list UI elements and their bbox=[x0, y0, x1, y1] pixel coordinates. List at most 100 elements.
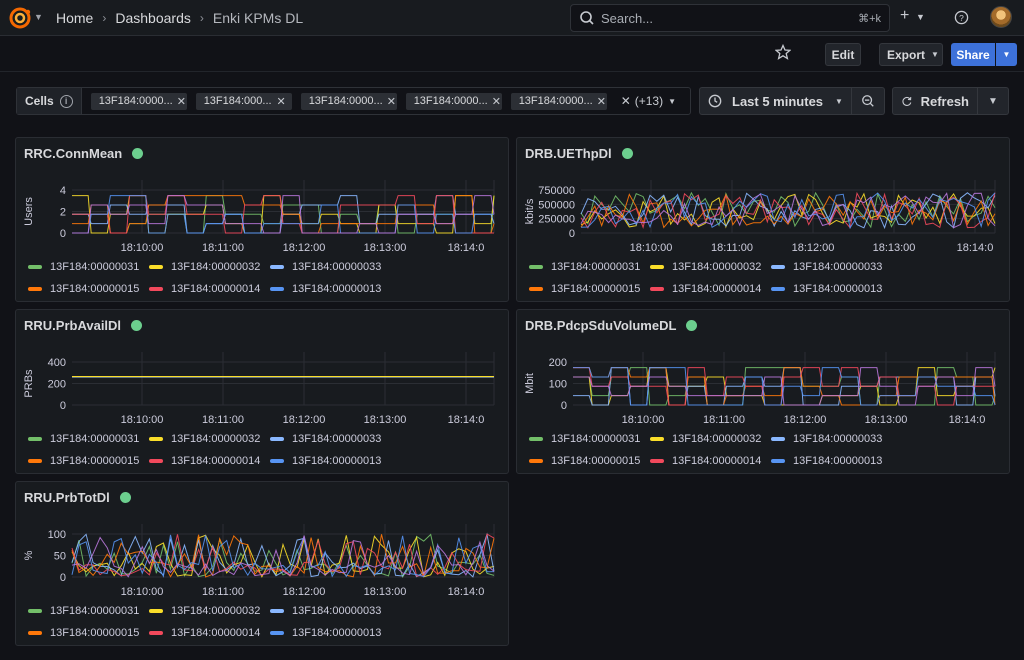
svg-text:?: ? bbox=[959, 13, 964, 23]
legend-item[interactable]: 13F184:00000031 bbox=[529, 433, 650, 445]
cells-variable-picker[interactable]: Cells i 13F184:0000... ✕ 13F184:000... ✕ 1… bbox=[16, 87, 691, 115]
legend-item[interactable]: 13F184:00000013 bbox=[771, 455, 892, 467]
close-icon[interactable]: ✕ bbox=[276, 95, 285, 108]
legend-label: 13F184:00000015 bbox=[551, 455, 641, 467]
close-icon[interactable]: ✕ bbox=[597, 95, 606, 108]
legend-item[interactable]: 13F184:00000032 bbox=[650, 433, 771, 445]
legend-item[interactable]: 13F184:00000033 bbox=[771, 261, 892, 273]
breadcrumb-home[interactable]: Home bbox=[56, 10, 93, 26]
legend-item[interactable]: 13F184:00000014 bbox=[149, 283, 270, 295]
legend-label: 13F184:00000032 bbox=[171, 433, 261, 445]
panel-rru-prbavaildl[interactable]: RRU.PrbAvailDl PRBs 400 200 0 18:10:00 18:11:… bbox=[15, 309, 509, 474]
zoom-out-button[interactable] bbox=[852, 87, 885, 115]
legend-item[interactable]: 13F184:00000015 bbox=[28, 455, 149, 467]
y-axis-label: PRBs bbox=[23, 369, 35, 398]
share-button[interactable]: Share bbox=[951, 43, 995, 66]
x-tick-label: 18:10:00 bbox=[630, 242, 673, 254]
cell-chip[interactable]: 13F184:0000... ✕ bbox=[90, 92, 187, 110]
legend-item[interactable]: 13F184:00000032 bbox=[149, 433, 270, 445]
panel-drb-uethpdl[interactable]: DRB.UEThpDl kbit/s 750000 500000 250000 0 18:… bbox=[516, 137, 1010, 302]
legend-swatch bbox=[149, 287, 163, 291]
time-range-picker[interactable]: Last 5 minutes ▼ bbox=[699, 87, 852, 115]
clear-all-icon[interactable]: ✕ bbox=[621, 94, 631, 108]
legend-item[interactable]: 13F184:00000033 bbox=[270, 433, 391, 445]
legend-item[interactable]: 13F184:00000033 bbox=[771, 433, 892, 445]
chevron-down-icon[interactable]: ▼ bbox=[668, 97, 676, 106]
legend-label: 13F184:00000032 bbox=[672, 261, 762, 273]
grafana-logo-icon[interactable] bbox=[8, 6, 32, 30]
legend-label: 13F184:00000013 bbox=[292, 627, 382, 639]
chevron-down-icon[interactable]: ▼ bbox=[34, 12, 43, 22]
legend-item[interactable]: 13F184:00000015 bbox=[529, 283, 650, 295]
legend-item[interactable]: 13F184:00000014 bbox=[149, 627, 270, 639]
search-input[interactable]: Search... ⌘+k bbox=[570, 4, 890, 32]
x-tick-label: 18:11:00 bbox=[703, 414, 745, 426]
cell-chip[interactable]: 13F184:0000... ✕ bbox=[405, 92, 502, 110]
legend-item[interactable]: 13F184:00000031 bbox=[28, 605, 149, 617]
star-icon[interactable] bbox=[775, 44, 791, 60]
legend-item[interactable]: 13F184:00000031 bbox=[529, 261, 650, 273]
panel-rru-prbtotdl[interactable]: RRU.PrbTotDl % 100 50 0 18:10:00 18:11:00 18:1… bbox=[15, 481, 509, 646]
legend-item[interactable]: 13F184:00000013 bbox=[270, 627, 391, 639]
close-icon[interactable]: ✕ bbox=[387, 95, 396, 108]
chevron-down-icon[interactable]: ▼ bbox=[916, 12, 925, 22]
legend-item[interactable]: 13F184:00000015 bbox=[529, 455, 650, 467]
legend-item[interactable]: 13F184:00000014 bbox=[650, 455, 771, 467]
y-tick-label: 750000 bbox=[538, 185, 575, 197]
legend-item[interactable]: 13F184:00000032 bbox=[650, 261, 771, 273]
legend-swatch bbox=[149, 459, 163, 463]
legend-item[interactable]: 13F184:00000033 bbox=[270, 261, 391, 273]
legend-item[interactable]: 13F184:00000014 bbox=[650, 283, 771, 295]
y-tick-label: 2 bbox=[60, 207, 66, 219]
panel-rrc-connmean[interactable]: RRC.ConnMean Users 4 2 0 18:10:00 18:11:00 18:… bbox=[15, 137, 509, 302]
search-shortcut: ⌘+k bbox=[858, 12, 881, 25]
series-group bbox=[573, 367, 996, 406]
chevron-down-icon: ▼ bbox=[931, 50, 939, 59]
export-button[interactable]: Export ▼ bbox=[879, 43, 943, 66]
y-tick-label: 100 bbox=[48, 529, 66, 541]
cell-chip[interactable]: 13F184:000... ✕ bbox=[195, 92, 292, 110]
legend-item[interactable]: 13F184:00000013 bbox=[270, 455, 391, 467]
legend-item[interactable]: 13F184:00000033 bbox=[270, 605, 391, 617]
legend-item[interactable]: 13F184:00000032 bbox=[149, 605, 270, 617]
refresh-button[interactable]: Refresh bbox=[892, 87, 978, 115]
legend-item[interactable]: 13F184:00000013 bbox=[771, 283, 892, 295]
legend-label: 13F184:00000014 bbox=[672, 455, 762, 467]
legend-label: 13F184:00000014 bbox=[672, 283, 762, 295]
legend-item[interactable]: 13F184:00000014 bbox=[149, 455, 270, 467]
x-tick-label: 18:10:00 bbox=[622, 414, 665, 426]
info-icon[interactable]: i bbox=[59, 94, 73, 108]
breadcrumb-dashboards[interactable]: Dashboards bbox=[115, 10, 191, 26]
legend-item[interactable]: 13F184:00000031 bbox=[28, 261, 149, 273]
help-icon[interactable]: ? bbox=[954, 10, 969, 25]
plus-icon[interactable]: + bbox=[900, 7, 909, 25]
x-tick-label: 18:13:00 bbox=[364, 242, 407, 254]
avatar[interactable] bbox=[990, 6, 1012, 28]
legend-label: 13F184:00000014 bbox=[171, 283, 261, 295]
legend-item[interactable]: 13F184:00000015 bbox=[28, 283, 149, 295]
legend-row: 13F184:00000031 13F184:00000032 13F184:000… bbox=[529, 256, 892, 278]
x-tick-label: 18:12:00 bbox=[792, 242, 835, 254]
legend-swatch bbox=[771, 265, 785, 269]
close-icon[interactable]: ✕ bbox=[177, 95, 186, 108]
x-tick-label: 18:14:0 bbox=[448, 586, 485, 598]
legend-swatch bbox=[529, 459, 543, 463]
legend-swatch bbox=[529, 287, 543, 291]
x-tick-label: 18:10:00 bbox=[121, 414, 164, 426]
panel-drb-pdcpsduvolumedl[interactable]: DRB.PdcpSduVolumeDL Mbit 200 100 0 18:10:00 1… bbox=[516, 309, 1010, 474]
refresh-interval-dropdown[interactable]: ▼ bbox=[978, 87, 1009, 115]
x-tick-label: 18:12:00 bbox=[283, 242, 326, 254]
close-icon[interactable]: ✕ bbox=[492, 95, 501, 108]
legend-swatch bbox=[529, 265, 543, 269]
y-axis-label: Mbit bbox=[524, 373, 536, 394]
legend-swatch bbox=[149, 631, 163, 635]
cell-chip[interactable]: 13F184:0000... ✕ bbox=[300, 92, 397, 110]
cell-chip[interactable]: 13F184:0000... ✕ bbox=[510, 92, 607, 110]
edit-button[interactable]: Edit bbox=[825, 43, 861, 66]
legend-item[interactable]: 13F184:00000032 bbox=[149, 261, 270, 273]
share-dropdown-icon[interactable]: ▼ bbox=[996, 43, 1017, 66]
legend-item[interactable]: 13F184:00000013 bbox=[270, 283, 391, 295]
legend-swatch bbox=[270, 437, 284, 441]
legend-item[interactable]: 13F184:00000031 bbox=[28, 433, 149, 445]
legend-item[interactable]: 13F184:00000015 bbox=[28, 627, 149, 639]
